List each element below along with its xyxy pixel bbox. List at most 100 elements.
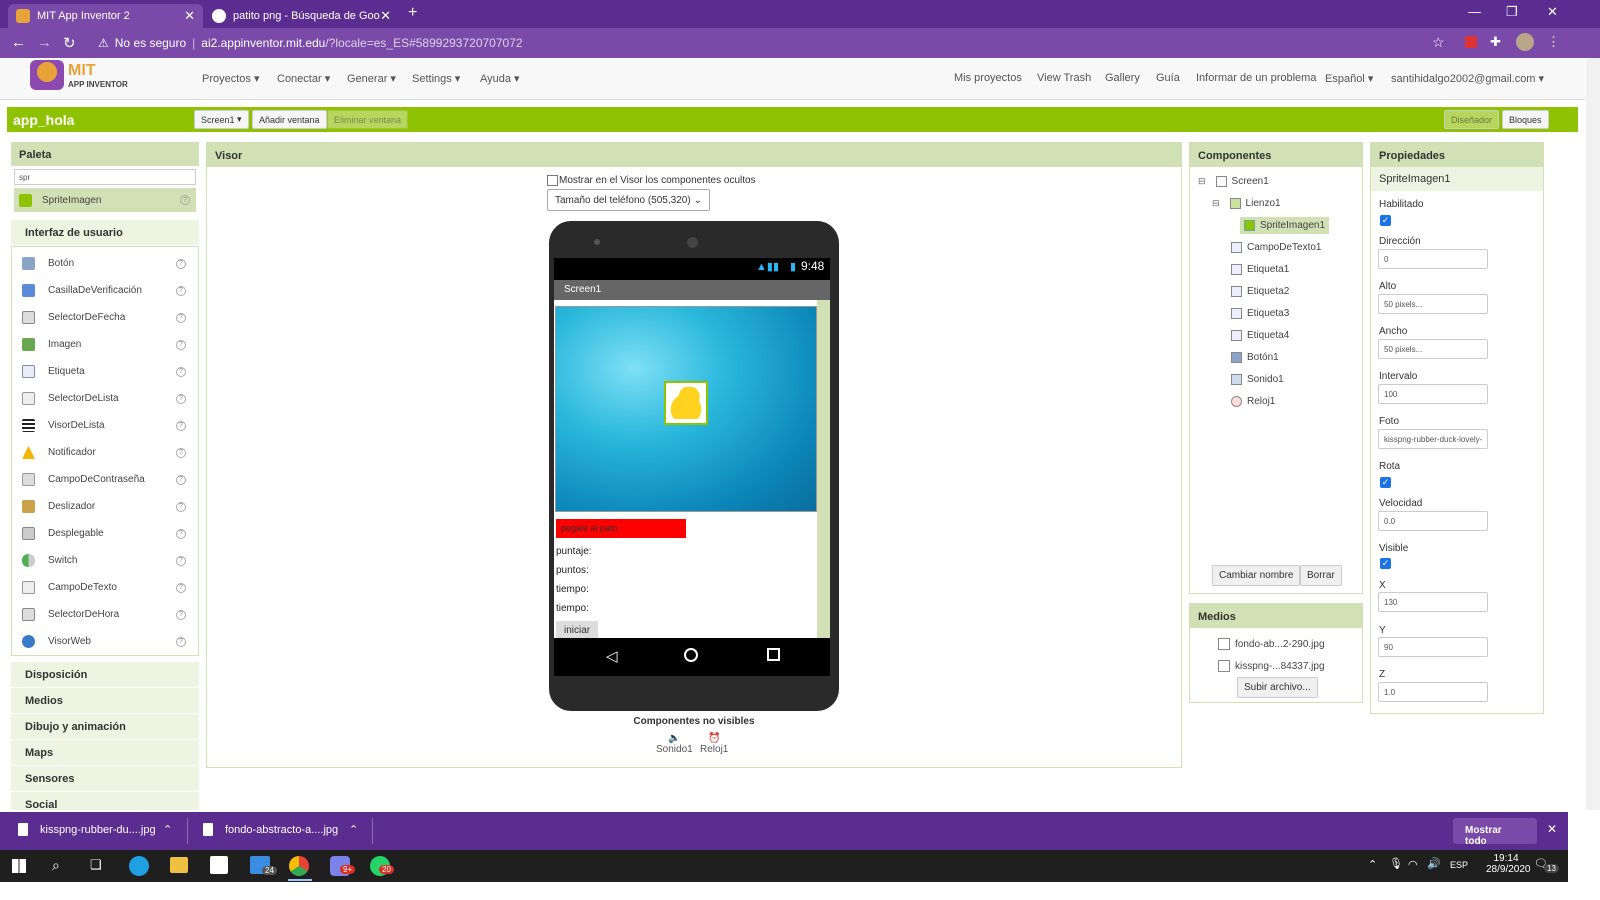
palette-item-textbox[interactable]: CampoDeTexto?	[12, 574, 198, 601]
tree-etiqueta1[interactable]: Etiqueta1	[1198, 258, 1358, 280]
prop-direccion-input[interactable]: 0	[1378, 249, 1488, 269]
drawer-sensores[interactable]: Sensores	[11, 766, 199, 792]
tree-etiqueta2[interactable]: Etiqueta2	[1198, 280, 1358, 302]
prop-intervalo-input[interactable]: 100	[1378, 384, 1488, 404]
help-icon[interactable]: ?	[176, 312, 186, 323]
chevron-up-icon[interactable]: ⌃	[349, 823, 358, 836]
tree-etiqueta4[interactable]: Etiqueta4	[1198, 324, 1358, 346]
help-icon[interactable]: ?	[176, 609, 186, 620]
help-icon[interactable]: ?	[176, 447, 186, 458]
download-item-1[interactable]: kisspng-rubber-du....jpg	[40, 824, 156, 836]
palette-item-webviewer[interactable]: VisorWeb?	[12, 628, 198, 655]
prop-velocidad-input[interactable]: 0.0	[1378, 511, 1488, 531]
nonvisible-sound[interactable]: 🔈 Sonido1	[656, 733, 693, 755]
blocks-button[interactable]: Bloques	[1502, 110, 1549, 129]
tree-lienzo1[interactable]: ⊟ Lienzo1	[1198, 192, 1358, 214]
screen-select[interactable]: Screen1 ▾	[194, 110, 249, 129]
help-icon[interactable]: ?	[176, 474, 186, 485]
button-hit-duck[interactable]: pegale al pato	[556, 519, 686, 538]
palette-item-spinner[interactable]: Desplegable?	[12, 520, 198, 547]
extension-icon[interactable]	[1465, 36, 1477, 48]
palette-item-slider[interactable]: Deslizador?	[12, 493, 198, 520]
close-tab-icon[interactable]: ✕	[380, 8, 391, 24]
help-icon[interactable]: ?	[176, 339, 186, 350]
palette-item-listpicker[interactable]: SelectorDeLista?	[12, 385, 198, 412]
help-icon[interactable]: ?	[176, 393, 186, 404]
drawer-dibujo[interactable]: Dibujo y animación	[11, 714, 199, 740]
drawer-maps[interactable]: Maps	[11, 740, 199, 766]
palette-item-image[interactable]: Imagen?	[12, 331, 198, 358]
forward-icon[interactable]: →	[37, 34, 52, 51]
palette-item-boton[interactable]: Botón?	[12, 250, 198, 277]
prop-habilitado-checkbox[interactable]: ✓	[1380, 215, 1391, 226]
nonvisible-clock[interactable]: ⏰ Reloj1	[700, 733, 728, 755]
screen-scrollbar[interactable]	[817, 300, 830, 638]
minimize-icon[interactable]: —	[1468, 4, 1481, 19]
download-item-2[interactable]: fondo-abstracto-a....jpg	[225, 824, 338, 836]
help-icon[interactable]: ?	[176, 636, 186, 647]
task-view-icon[interactable]: ❑	[90, 857, 102, 873]
menu-generar[interactable]: Generar ▾	[347, 72, 396, 85]
close-downloads-icon[interactable]: ✕	[1547, 822, 1557, 836]
nav-home-icon[interactable]	[684, 648, 698, 662]
tree-boton1[interactable]: Botón1	[1198, 346, 1358, 368]
drawer-interfaz[interactable]: Interfaz de usuario	[11, 220, 199, 246]
drawer-social[interactable]: Social	[11, 792, 199, 810]
wifi-icon[interactable]: ◠	[1408, 858, 1418, 871]
palette-item-listview[interactable]: VisorDeLista?	[12, 412, 198, 439]
show-all-button[interactable]: Mostrar todo	[1453, 818, 1537, 847]
volume-icon[interactable]: 🔊	[1427, 857, 1441, 870]
prop-foto-picker[interactable]: kisspng-rubber-duck-lovely-	[1378, 429, 1488, 449]
tree-sonido1[interactable]: Sonido1	[1198, 368, 1358, 390]
button-start[interactable]: iniciar	[556, 621, 598, 638]
tree-screen1[interactable]: ⊟ Screen1	[1198, 170, 1358, 192]
language-menu[interactable]: Español ▾	[1325, 72, 1373, 85]
media-file-2[interactable]: kisspng-...84337.jpg	[1218, 655, 1325, 677]
link-view-trash[interactable]: View Trash	[1037, 72, 1091, 84]
palette-item-notifier[interactable]: Notificador?	[12, 439, 198, 466]
link-guia[interactable]: Guía	[1156, 72, 1180, 84]
user-menu[interactable]: santihidalgo2002@gmail.com ▾	[1391, 72, 1544, 85]
drawer-disposicion[interactable]: Disposición	[11, 662, 199, 688]
tree-spriteimagen1[interactable]: SpriteImagen1	[1198, 214, 1358, 236]
help-icon[interactable]: ?	[176, 501, 186, 512]
file-explorer-icon[interactable]	[170, 857, 188, 873]
link-gallery[interactable]: Gallery	[1105, 72, 1140, 84]
menu-conectar[interactable]: Conectar ▾	[277, 72, 330, 85]
prop-alto-input[interactable]: 50 pixels...	[1378, 294, 1488, 314]
back-icon[interactable]: ←	[11, 34, 26, 51]
palette-item-label[interactable]: Etiqueta?	[12, 358, 198, 385]
sprite-duck[interactable]	[664, 381, 708, 425]
store-icon[interactable]	[210, 856, 228, 874]
palette-item-password[interactable]: CampoDeContraseña?	[12, 466, 198, 493]
palette-item-switch[interactable]: Switch?	[12, 547, 198, 574]
collapse-icon[interactable]: ⊟	[1198, 176, 1206, 187]
help-icon[interactable]: ?	[176, 528, 186, 539]
tree-campodetexto1[interactable]: CampoDeTexto1	[1198, 236, 1358, 258]
new-tab-icon[interactable]: +	[408, 4, 417, 22]
nav-back-icon[interactable]: ◁	[606, 647, 618, 665]
designer-button[interactable]: Diseñador	[1444, 110, 1500, 129]
canvas-water[interactable]	[555, 306, 817, 512]
menu-settings[interactable]: Settings ▾	[412, 72, 460, 85]
show-hidden-checkbox[interactable]	[547, 175, 558, 186]
url-field[interactable]: ⚠ No es seguro | ai2.appinventor.mit.edu…	[92, 32, 1472, 54]
link-report-problem[interactable]: Informar de un problema	[1196, 72, 1316, 84]
extensions-puzzle-icon[interactable]: ✚	[1490, 34, 1501, 50]
menu-proyectos[interactable]: Proyectos ▾	[202, 72, 260, 85]
language-indicator[interactable]: ESP	[1450, 860, 1468, 870]
help-icon[interactable]: ?	[176, 366, 186, 377]
prop-visible-checkbox[interactable]: ✓	[1380, 558, 1391, 569]
help-icon[interactable]: ?	[176, 582, 186, 593]
phone-size-select[interactable]: Tamaño del teléfono (505,320) ⌄	[547, 189, 710, 211]
remove-screen-button[interactable]: Eliminar ventana	[327, 110, 409, 129]
palette-item-checkbox[interactable]: CasillaDeVerificación?	[12, 277, 198, 304]
help-icon[interactable]: ?	[176, 420, 186, 431]
prop-z-input[interactable]: 1.0	[1378, 682, 1488, 702]
tree-etiqueta3[interactable]: Etiqueta3	[1198, 302, 1358, 324]
page-scrollbar[interactable]	[1586, 58, 1600, 810]
profile-avatar[interactable]	[1516, 33, 1534, 51]
rename-button[interactable]: Cambiar nombre	[1212, 565, 1301, 586]
collapse-icon[interactable]: ⊟	[1212, 198, 1220, 209]
media-file-1[interactable]: fondo-ab...2-290.jpg	[1218, 633, 1325, 655]
